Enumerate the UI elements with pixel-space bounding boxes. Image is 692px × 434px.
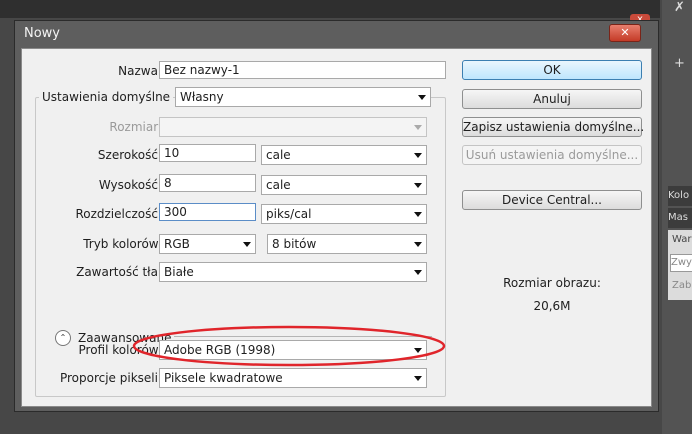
width-input[interactable]: 10 (159, 144, 256, 162)
width-label: Szerokość: (97, 148, 162, 162)
bit-depth-select[interactable]: 8 bitów (267, 234, 427, 254)
save-preset-button[interactable]: Zapisz ustawienia domyślne... (462, 117, 644, 137)
chevron-down-icon (243, 242, 251, 247)
color-mode-select[interactable]: RGB (159, 234, 256, 254)
image-size-label: Rozmiar obrazu: (503, 276, 601, 290)
dialog-title: Nowy (24, 26, 61, 41)
chevron-down-icon (418, 95, 426, 100)
height-unit-select[interactable]: cale (261, 175, 427, 195)
dialog-close-button[interactable]: ✕ (609, 24, 641, 42)
background-contents-label: Zawartość tła: (76, 265, 162, 279)
size-label: Rozmiar: (109, 120, 162, 134)
pixel-aspect-select[interactable]: Piksele kwadratowe (159, 368, 427, 388)
layers-panel-label: Wars (672, 234, 692, 245)
size-select[interactable] (159, 117, 427, 137)
color-mode-label: Tryb kolorów: (83, 237, 162, 251)
background-contents-value: Białe (164, 265, 194, 279)
blend-mode-field[interactable]: Zwy (670, 254, 692, 272)
resolution-input[interactable]: 300 (159, 203, 256, 221)
height-label: Wysokość: (98, 178, 162, 192)
add-icon[interactable]: + (674, 56, 685, 71)
tool-icon[interactable]: ✗ (674, 0, 685, 15)
width-unit-value: cale (266, 148, 291, 162)
advanced-toggle-button[interactable]: ⌃ (55, 330, 71, 346)
bit-depth-value: 8 bitów (272, 237, 317, 251)
background-contents-select[interactable]: Białe (159, 262, 427, 282)
name-input[interactable]: Bez nazwy-1 (159, 61, 446, 79)
resolution-label: Rozdzielczość: (75, 207, 162, 221)
delete-preset-button[interactable]: Usuń ustawienia domyślne... (462, 145, 642, 165)
color-mode-value: RGB (164, 237, 190, 251)
resolution-unit-select[interactable]: piks/cal (261, 204, 427, 224)
panel-tab-color[interactable]: Kolo (668, 186, 692, 206)
chevron-down-icon (414, 242, 422, 247)
chevron-down-icon (414, 125, 422, 130)
dialog-titlebar[interactable]: Nowy ✕ (15, 21, 658, 47)
preset-select[interactable]: Własny (175, 87, 431, 107)
chevron-down-icon (414, 183, 422, 188)
preset-label: Ustawienia domyślne (39, 90, 174, 104)
chevron-down-icon (414, 212, 422, 217)
ok-button[interactable]: OK (462, 60, 642, 80)
image-size-value: 20,6M (533, 299, 571, 313)
resolution-unit-value: piks/cal (266, 207, 312, 221)
panel-tab-masks[interactable]: Mas (668, 208, 692, 228)
width-unit-select[interactable]: cale (261, 145, 427, 165)
name-label: Nazwa: (118, 64, 162, 78)
chevron-down-icon (414, 270, 422, 275)
height-unit-value: cale (266, 178, 291, 192)
annotation-ellipse (132, 325, 446, 367)
cancel-button[interactable]: Anuluj (462, 89, 642, 109)
lock-label: Zabl (672, 280, 692, 291)
height-input[interactable]: 8 (159, 174, 256, 192)
preset-value: Własny (180, 90, 224, 104)
app-menubar-background (0, 0, 660, 18)
device-central-button[interactable]: Device Central... (462, 190, 642, 210)
chevron-down-icon (414, 153, 422, 158)
pixel-aspect-label: Proporcje pikseli: (59, 371, 162, 385)
pixel-aspect-value: Piksele kwadratowe (164, 371, 283, 385)
chevron-down-icon (414, 376, 422, 381)
